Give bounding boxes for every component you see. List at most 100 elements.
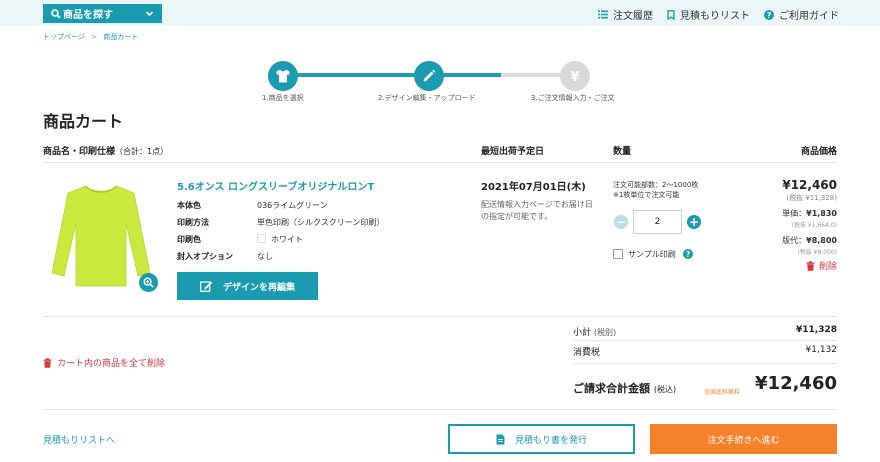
total-label-text: ご請求合計金額 <box>573 382 650 395</box>
step-1-label: 1.商品を選択 <box>262 94 304 102</box>
total-label: ご請求合計金額 (税込) <box>573 380 676 396</box>
subtotal-label: 小計 (税別) <box>573 325 616 338</box>
search-label: 商品を探す <box>63 10 113 21</box>
free-shipping-note: 全国送料無料 <box>704 389 741 396</box>
header-quantity: 数量 <box>613 147 632 157</box>
delete-all-button[interactable]: カート内の商品を全て削除 <box>43 356 165 369</box>
divider <box>43 162 837 163</box>
spec-key-enclosure: 封入オプション <box>177 252 233 261</box>
delete-item-label: 削除 <box>818 262 837 272</box>
list-icon <box>598 10 608 19</box>
estimate-list-link[interactable]: 見積もりリストへ <box>43 433 115 446</box>
plate-price-label: 版代： <box>782 236 807 245</box>
spec-value-enclosure: なし <box>257 252 273 261</box>
step-3: ¥ <box>560 61 590 91</box>
search-icon <box>51 9 61 19</box>
product-name-link[interactable]: 5.6オンス ロングスリーブオリジナルロンT <box>177 178 374 193</box>
unit-price-tax-excluded: (税抜 ¥1,664.0) <box>791 222 837 229</box>
svg-text:¥: ¥ <box>570 70 579 83</box>
help-icon[interactable]: ? <box>683 249 693 259</box>
trash-icon <box>43 357 52 368</box>
chevron-down-icon <box>145 11 154 17</box>
product-image[interactable] <box>46 181 156 291</box>
nav-guide-label: ご利用ガイド <box>779 11 839 22</box>
sample-print-label: サンプル印刷 <box>628 250 676 259</box>
item-price-tax-excluded: (税抜 ¥11,328) <box>786 194 837 202</box>
quantity-decrease-button[interactable]: − <box>614 215 628 229</box>
header-item-count: （合計：1点） <box>115 147 169 156</box>
divider <box>573 363 837 364</box>
step-3-label: 3.ご注文情報入力・ご注文 <box>531 94 615 102</box>
yen-icon: ¥ <box>570 70 579 83</box>
issue-estimate-button[interactable]: 見積もり書を発行 <box>448 424 635 454</box>
breadcrumb: トップページ > 商品カート <box>43 32 138 42</box>
nav-estimate-list[interactable]: 見積もりリスト <box>667 7 750 22</box>
divider <box>573 340 837 341</box>
edit-design-label: デザインを再編集 <box>222 282 295 293</box>
trash-icon <box>806 260 815 271</box>
header-ship-date: 最短出荷予定日 <box>481 147 545 157</box>
spec-key-print-color: 印刷色 <box>177 235 201 244</box>
bookmark-icon <box>667 9 675 20</box>
step-1 <box>268 61 298 91</box>
product-search-button[interactable]: 商品を探す <box>43 4 162 23</box>
quantity-increase-button[interactable]: + <box>687 215 701 229</box>
tshirt-icon <box>276 69 290 83</box>
step-2-label: 2.デザイン編集・アップロード <box>378 94 476 102</box>
nav-estimate-list-label: 見積もりリスト <box>680 11 750 22</box>
divider <box>43 409 837 410</box>
total-value: ¥12,460 <box>755 373 837 394</box>
plate-price: ¥8,800 <box>806 236 837 245</box>
quantity-range: 注文可能部数：2〜1000枚 <box>613 181 699 189</box>
document-icon <box>496 434 505 444</box>
proceed-to-order-button[interactable]: 注文手続きへ進む <box>650 424 837 454</box>
color-swatch <box>257 234 266 243</box>
nav-guide[interactable]: ? ご利用ガイド <box>764 7 839 22</box>
edit-design-button[interactable]: デザインを再編集 <box>177 272 318 300</box>
breadcrumb-separator: > <box>91 33 97 41</box>
plate-price-row: 版代：¥8,800 <box>782 235 837 246</box>
issue-estimate-label: 見積もり書を発行 <box>514 435 587 446</box>
nav-order-history-label: 注文履歴 <box>613 11 653 22</box>
header-product-name-label: 商品名・印刷仕様 <box>43 147 116 157</box>
header-price: 商品価格 <box>800 147 837 157</box>
header-product-name: 商品名・印刷仕様（合計：1点） <box>43 144 168 157</box>
tax-label: 消費税 <box>573 348 601 358</box>
breadcrumb-current: 商品カート <box>103 33 139 41</box>
spec-value-print-color: ホワイト <box>271 235 303 244</box>
spec-value-body-color: 036ライムグリーン <box>257 201 328 210</box>
spec-key-print-method: 印刷方法 <box>177 218 209 227</box>
subtotal-value: ¥11,328 <box>796 325 837 335</box>
help-icon: ? <box>764 9 774 20</box>
spec-key-body-color: 本体色 <box>177 201 201 210</box>
unit-price-label: 単価： <box>782 209 807 218</box>
subtotal-label-text: 小計 <box>573 328 592 338</box>
breadcrumb-home[interactable]: トップページ <box>43 33 85 41</box>
quantity-unit-note: ※1枚単位で注文可能 <box>613 191 680 199</box>
progress-line-done <box>283 73 501 77</box>
nav-order-history[interactable]: 注文履歴 <box>598 7 653 22</box>
tax-value: ¥1,132 <box>805 345 838 355</box>
zoom-button[interactable] <box>139 273 158 292</box>
unit-price: ¥1,830 <box>806 209 837 218</box>
total-suffix: (税込) <box>653 385 677 394</box>
pencil-icon <box>423 69 436 82</box>
subtotal-suffix: (税別) <box>593 328 617 337</box>
ship-date: 2021年07月01日(木) <box>481 182 586 193</box>
sample-print-checkbox[interactable] <box>613 249 623 259</box>
spec-value-print-method: 単色印刷（シルクスクリーン印刷） <box>257 218 385 227</box>
delete-all-label: カート内の商品を全て削除 <box>57 359 166 369</box>
zoom-in-icon <box>143 277 154 288</box>
divider <box>43 316 837 317</box>
unit-price-row: 単価：¥1,830 <box>782 208 837 219</box>
edit-icon <box>200 281 213 292</box>
ship-date-note: 配送情報入力ページでお届け日の指定が可能です。 <box>481 200 593 221</box>
quantity-input[interactable]: 2 <box>633 210 682 234</box>
delete-item-button[interactable]: 削除 <box>806 259 837 272</box>
page-title: 商品カート <box>43 112 124 131</box>
step-2 <box>414 61 444 91</box>
svg-text:?: ? <box>767 11 771 20</box>
item-price: ¥12,460 <box>782 178 837 192</box>
svg-text:?: ? <box>686 250 690 259</box>
plate-price-tax-excluded: (税抜 ¥8,000) <box>797 249 837 256</box>
